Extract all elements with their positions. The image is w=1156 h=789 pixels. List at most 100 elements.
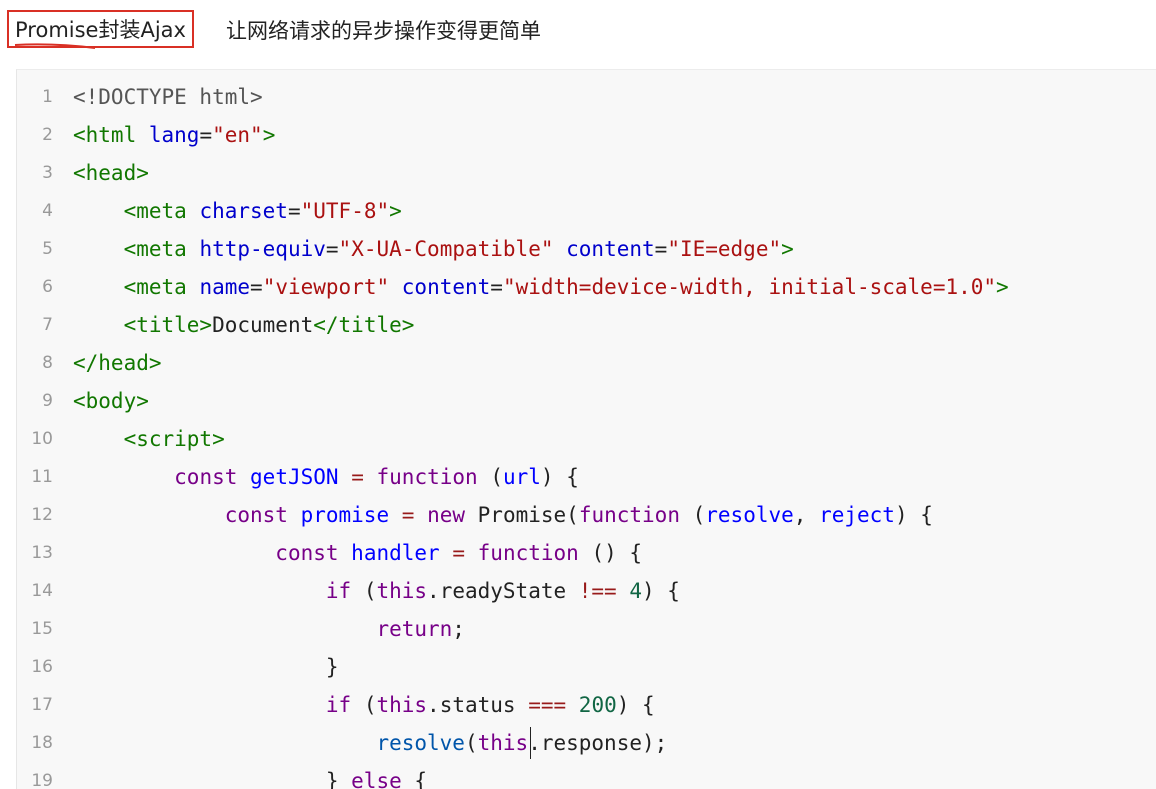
code-token: ( (679, 503, 706, 527)
code-token: = (199, 123, 213, 147)
article-heading: Promise封装Ajax 让网络请求的异步操作变得更简单 (0, 0, 1156, 62)
code-token: = (250, 275, 263, 299)
code-text: <head> (73, 154, 149, 192)
code-text: if (this.status === 200) { (73, 686, 655, 724)
code-token: promise (300, 503, 390, 527)
code-token: .readyState (427, 579, 579, 603)
code-token: new (427, 503, 466, 527)
code-token: Promise( (465, 503, 579, 527)
code-token: > (781, 237, 794, 261)
code-token: resolve (376, 731, 465, 755)
line-number: 14 (31, 581, 53, 601)
code-token: <head> (73, 161, 149, 185)
code-token: = (654, 237, 668, 261)
code-text: const promise = new Promise(function (re… (73, 496, 933, 534)
code-text: <html lang="en"> (73, 116, 275, 154)
code-text: const getJSON = function (url) { (73, 458, 579, 496)
line-number: 9 (42, 391, 53, 411)
code-token: === (528, 693, 567, 717)
code-token: = (452, 541, 465, 565)
code-text: } (73, 648, 339, 686)
line-number: 2 (42, 125, 53, 145)
code-token: handler (351, 541, 440, 565)
code-text: } else { (73, 762, 427, 789)
code-token: > (262, 123, 276, 147)
line-number: 10 (31, 429, 53, 449)
code-token: resolve (705, 503, 794, 527)
code-token: ) { (894, 503, 933, 527)
code-token: } (73, 769, 352, 789)
code-token: ( (351, 693, 377, 717)
code-text: return; (73, 610, 465, 648)
line-number: 4 (42, 201, 53, 221)
code-token: http-equiv (199, 237, 326, 261)
code-token: <html (73, 123, 137, 147)
line-number: 12 (31, 505, 53, 525)
code-text: <script> (73, 420, 225, 458)
code-token: this (477, 731, 529, 755)
line-number: 3 (42, 163, 53, 183)
code-token: <title> (123, 313, 213, 337)
line-number: 18 (31, 733, 53, 753)
code-token: "IE=edge" (667, 237, 782, 261)
code-token: const (174, 465, 238, 489)
code-token: <script> (123, 427, 225, 451)
code-text: </head> (73, 344, 162, 382)
code-token: function (578, 503, 680, 527)
code-token: = (490, 275, 503, 299)
line-number: 11 (31, 467, 53, 487)
red-underline-annotation (14, 43, 96, 49)
code-token: this (376, 693, 428, 717)
code-token: name (199, 275, 251, 299)
code-token: = (325, 237, 339, 261)
code-token: function (477, 541, 579, 565)
code-text: <meta http-equiv="X-UA-Compatible" conte… (73, 230, 794, 268)
code-token: content (566, 237, 655, 261)
code-text: <!DOCTYPE html> (73, 78, 263, 116)
code-token: <body> (73, 389, 149, 413)
code-token: else (351, 769, 402, 789)
code-token: "UTF-8" (300, 199, 390, 223)
line-number: 19 (31, 771, 53, 789)
line-number: 1 (42, 87, 53, 107)
code-token: ) { (540, 465, 579, 489)
section-subtitle: 让网络请求的异步操作变得更简单 (226, 19, 541, 43)
code-token: reject (819, 503, 895, 527)
code-token: "en" (212, 123, 263, 147)
code-token: const (275, 541, 339, 565)
line-number: 13 (31, 543, 53, 563)
code-token: .response); (528, 731, 668, 755)
code-token: ) { (616, 693, 655, 717)
code-token: ( (351, 579, 377, 603)
code-token: = (351, 465, 364, 489)
code-token: "width=device-width, initial-scale=1.0" (502, 275, 997, 299)
code-text: const handler = function () { (73, 534, 642, 572)
code-token: ( (464, 731, 478, 755)
code-token: 200 (578, 693, 617, 717)
code-token: "X-UA-Compatible" (338, 237, 554, 261)
